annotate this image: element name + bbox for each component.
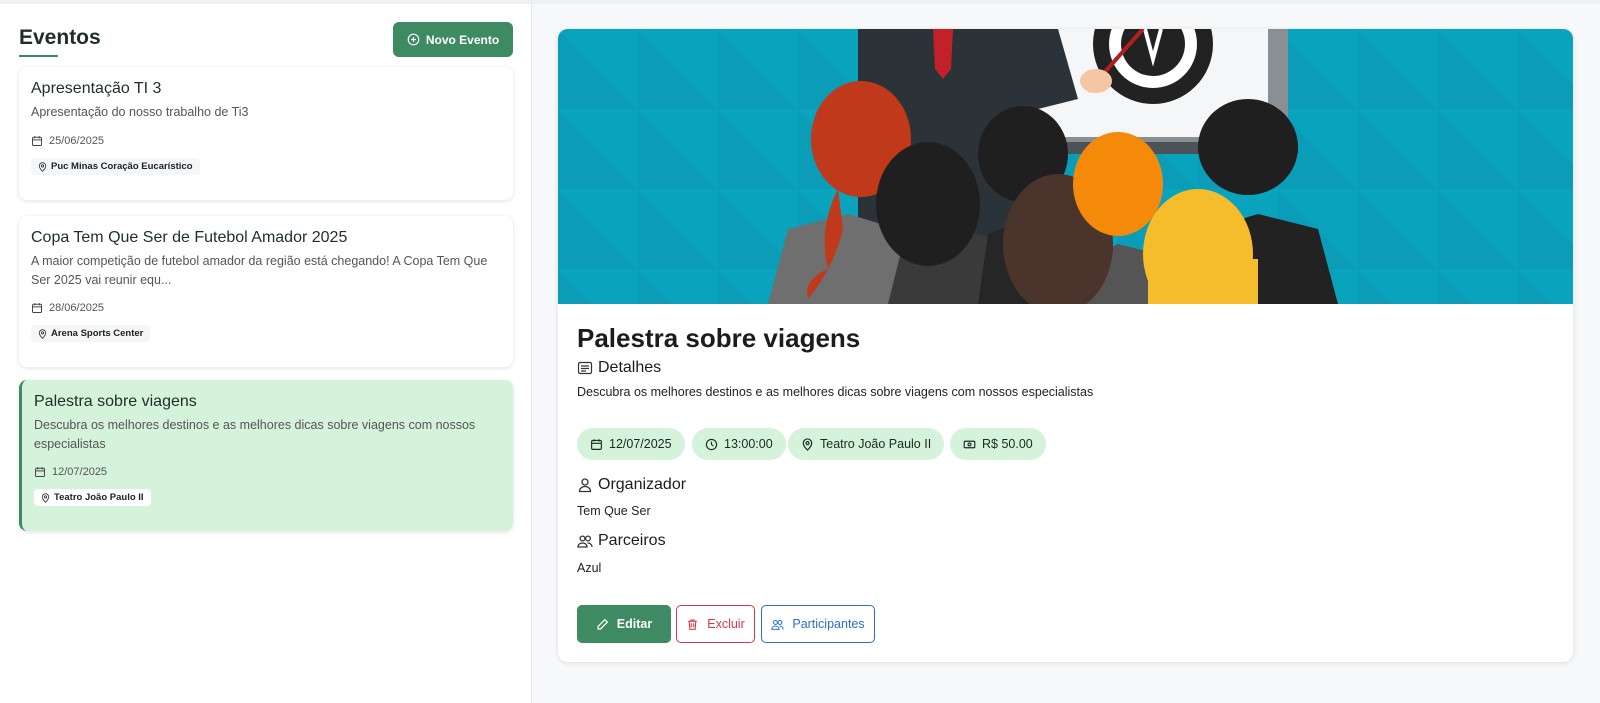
title-underline xyxy=(19,55,58,57)
event-card-date-text: 25/06/2025 xyxy=(49,135,105,147)
event-hero-image xyxy=(558,29,1573,304)
event-card-description: Apresentação do nosso trabalho de Ti3 xyxy=(31,105,249,119)
event-card-description: A maior competição de futebol amador da … xyxy=(31,254,488,287)
organizer-heading: Organizador xyxy=(577,476,686,494)
participants-button-label: Participantes xyxy=(792,617,865,631)
event-card-description: Descubra os melhores destinos e as melho… xyxy=(34,418,476,451)
sidebar-title: Eventos xyxy=(19,26,101,49)
user-icon xyxy=(578,478,592,493)
details-heading-text: Detalhes xyxy=(598,359,662,376)
events-sidebar: Eventos Novo Evento Apresentação TI 3 Ap… xyxy=(0,4,532,703)
partners-heading-text: Parceiros xyxy=(598,532,666,549)
event-detail-description: Descubra os melhores destinos e as melho… xyxy=(577,385,1094,399)
partners-name: Azul xyxy=(577,561,602,575)
organizer-heading-text: Organizador xyxy=(598,476,687,493)
event-card-date: 12/07/2025 xyxy=(34,466,501,478)
calendar-icon xyxy=(32,303,42,313)
calendar-icon xyxy=(32,136,42,146)
event-card[interactable]: Apresentação TI 3 Apresentação do nosso … xyxy=(19,67,513,200)
map-pin-icon xyxy=(802,437,813,451)
details-heading: Detalhes xyxy=(577,359,661,377)
file-text-icon xyxy=(577,361,593,375)
participants-button[interactable]: Participantes xyxy=(761,605,875,643)
event-card-title: Copa Tem Que Ser de Futebol Amador 2025 xyxy=(31,229,348,246)
plus-circle-icon xyxy=(407,33,420,46)
event-card-date: 25/06/2025 xyxy=(31,135,501,147)
event-card-title: Palestra sobre viagens xyxy=(34,393,197,410)
event-card-title: Apresentação TI 3 xyxy=(31,80,162,97)
time-badge-text: 13:00:00 xyxy=(724,437,773,451)
location-badge-text: Teatro João Paulo II xyxy=(820,437,932,451)
clock-icon xyxy=(705,438,718,450)
event-card-location: Puc Minas Coração Eucarístico xyxy=(31,158,200,175)
edit-button[interactable]: Editar xyxy=(577,605,671,643)
users-icon xyxy=(771,619,785,630)
date-badge: 12/07/2025 xyxy=(577,428,685,460)
event-detail-title: Palestra sobre viagens xyxy=(577,323,861,353)
organizer-name: Tem Que Ser xyxy=(577,504,651,518)
map-pin-icon xyxy=(38,328,47,339)
event-card-date-text: 12/07/2025 xyxy=(52,466,108,478)
date-badge-text: 12/07/2025 xyxy=(609,437,672,451)
calendar-icon xyxy=(35,467,45,477)
price-badge: R$ 50.00 xyxy=(950,428,1046,460)
event-card[interactable]: Copa Tem Que Ser de Futebol Amador 2025 … xyxy=(19,216,513,367)
price-badge-text: R$ 50.00 xyxy=(982,437,1033,451)
partners-heading: Parceiros xyxy=(577,532,666,550)
event-card-date: 28/06/2025 xyxy=(31,302,501,314)
cash-icon xyxy=(963,440,976,448)
new-event-button[interactable]: Novo Evento xyxy=(393,22,513,57)
delete-button-label: Excluir xyxy=(707,617,745,631)
delete-button[interactable]: Excluir xyxy=(676,605,755,643)
edit-button-label: Editar xyxy=(616,617,653,631)
event-card-location: Teatro João Paulo II xyxy=(34,489,151,506)
map-pin-icon xyxy=(38,161,47,172)
pencil-icon xyxy=(597,618,609,630)
event-card-location-text: Teatro João Paulo II xyxy=(54,492,144,503)
time-badge: 13:00:00 xyxy=(692,428,786,460)
new-event-label: Novo Evento xyxy=(425,32,500,47)
event-card-location-text: Puc Minas Coração Eucarístico xyxy=(51,161,193,172)
event-card-selected[interactable]: Palestra sobre viagens Descubra os melho… xyxy=(19,380,513,531)
users-icon xyxy=(577,535,593,548)
location-badge: Teatro João Paulo II xyxy=(788,428,945,460)
trash-icon xyxy=(688,619,698,630)
event-card-date-text: 28/06/2025 xyxy=(49,302,105,314)
event-detail-panel: Palestra sobre viagens Detalhes Descubra… xyxy=(558,29,1573,662)
map-pin-icon xyxy=(41,492,50,503)
event-card-location: Arena Sports Center xyxy=(31,325,151,342)
calendar-icon xyxy=(591,438,602,450)
event-card-location-text: Arena Sports Center xyxy=(51,328,144,339)
